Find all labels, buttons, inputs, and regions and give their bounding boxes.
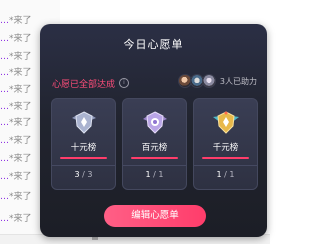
info-icon[interactable]: i xyxy=(119,78,130,88)
helpers[interactable]: 3人已助力 xyxy=(177,74,257,88)
progress-bar xyxy=(202,157,249,159)
silver-shield-badge-icon xyxy=(72,111,96,134)
wish-card[interactable]: 千元榜 1 / 1 xyxy=(193,98,258,190)
card-label: 千元榜 xyxy=(212,143,239,153)
wishlist-modal: 今日心愿单 心愿已全部达成 i 3人已助力 十元榜 3 / 3 百元榜 1 / … xyxy=(40,24,267,237)
progress-bar xyxy=(60,157,107,159)
progress-count: 3 / 3 xyxy=(74,170,93,179)
status-text: 心愿已全部达成 xyxy=(52,79,116,90)
wish-card[interactable]: 十元榜 3 / 3 xyxy=(51,98,116,190)
card-label: 百元榜 xyxy=(141,143,168,153)
wish-card[interactable]: 百元榜 1 / 1 xyxy=(122,98,187,190)
helpers-count: 3人已助力 xyxy=(219,76,257,86)
gold-winged-badge-icon xyxy=(213,111,239,134)
divider xyxy=(194,165,257,166)
edit-wishlist-button[interactable]: 编辑心愿单 xyxy=(104,205,206,227)
card-label: 十元榜 xyxy=(70,143,97,153)
divider xyxy=(52,165,115,166)
status-row: 心愿已全部达成 i xyxy=(52,76,130,90)
wish-cards: 十元榜 3 / 3 百元榜 1 / 1 千元榜 1 / 1 xyxy=(51,98,258,190)
progress-bar xyxy=(131,157,178,159)
purple-shield-badge-icon xyxy=(143,111,167,134)
progress-count: 1 / 1 xyxy=(216,170,235,179)
avatar xyxy=(201,74,216,88)
divider xyxy=(123,165,186,166)
modal-title: 今日心愿单 xyxy=(123,38,184,51)
progress-count: 1 / 1 xyxy=(145,170,164,179)
